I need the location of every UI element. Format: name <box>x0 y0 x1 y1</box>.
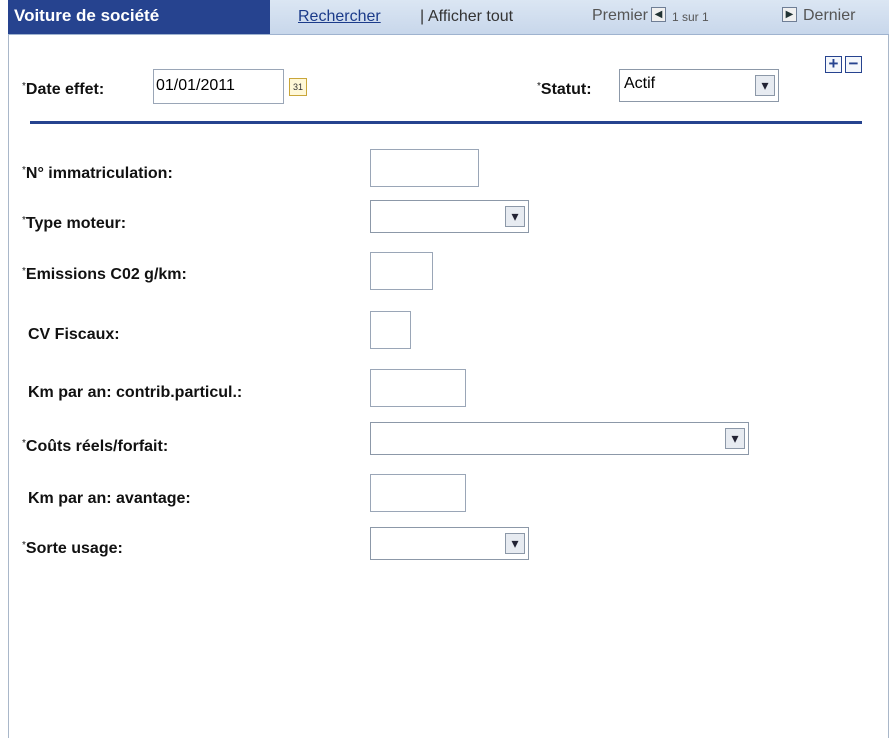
header-separator: | <box>420 8 425 25</box>
emissions-input[interactable] <box>370 252 433 290</box>
calendar-icon[interactable]: 31 <box>289 78 307 96</box>
remove-row-button[interactable]: − <box>845 55 862 73</box>
grid-header: Voiture de société Rechercher | Afficher… <box>8 0 889 35</box>
chevron-down-icon[interactable]: ▾ <box>505 206 525 227</box>
costs-label: *Coûts réels/forfait: <box>22 438 169 455</box>
engine-type-label: *Type moteur: <box>22 215 127 232</box>
status-select[interactable]: Actif ▾ <box>619 69 779 102</box>
chevron-down-icon[interactable]: ▾ <box>725 428 745 449</box>
search-link[interactable]: Rechercher <box>298 8 381 26</box>
first-link[interactable]: Premier <box>592 7 648 25</box>
usage-type-select[interactable]: ▾ <box>370 527 529 560</box>
status-value: Actif <box>624 75 656 92</box>
emissions-label: *Emissions C02 g/km: <box>22 266 187 283</box>
section-title: Voiture de société <box>8 0 270 34</box>
chevron-down-icon[interactable]: ▾ <box>505 533 525 554</box>
prev-icon[interactable]: ◀ <box>651 7 666 22</box>
fiscal-hp-input[interactable] <box>370 311 411 349</box>
effective-date-field[interactable]: 01/01/2011 <box>153 69 284 104</box>
km-benefit-label: Km par an: avantage: <box>28 490 191 507</box>
last-link[interactable]: Dernier <box>803 7 855 25</box>
km-contribution-input[interactable] <box>370 369 466 407</box>
registration-label: *N° immatriculation: <box>22 165 173 182</box>
km-contribution-label: Km par an: contrib.particul.: <box>28 384 243 401</box>
status-label: *Statut: <box>537 81 592 98</box>
section-divider <box>30 121 862 124</box>
fiscal-hp-label: CV Fiscaux: <box>28 326 120 343</box>
km-benefit-input[interactable] <box>370 474 466 512</box>
show-all-link[interactable]: Afficher tout <box>428 8 513 26</box>
next-icon[interactable]: ▶ <box>782 7 797 22</box>
effective-date-label: *Date effet: <box>22 81 105 98</box>
effective-date-value: 01/01/2011 <box>156 77 235 94</box>
registration-input[interactable] <box>370 149 479 187</box>
chevron-down-icon[interactable]: ▾ <box>755 75 775 96</box>
engine-type-select[interactable]: ▾ <box>370 200 529 233</box>
costs-select[interactable]: ▾ <box>370 422 749 455</box>
record-counter: 1 sur 1 <box>672 10 709 24</box>
usage-type-label: *Sorte usage: <box>22 540 123 557</box>
add-row-button[interactable]: + <box>825 55 842 73</box>
